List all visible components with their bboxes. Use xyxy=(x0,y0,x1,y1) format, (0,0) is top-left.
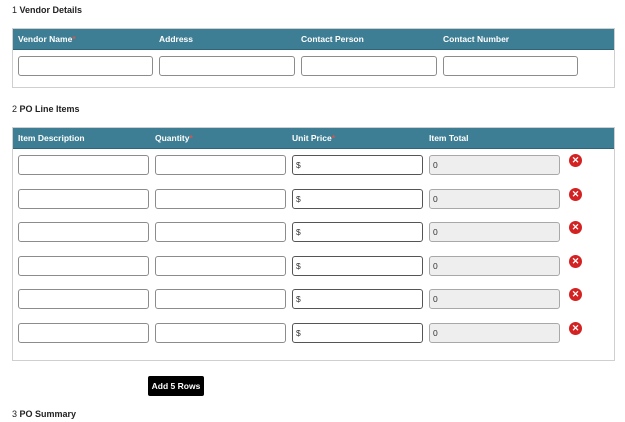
contact-person-input[interactable] xyxy=(301,56,437,76)
column-header-vendor-name: Vendor Name* xyxy=(18,34,76,44)
close-circle-icon[interactable]: ✕ xyxy=(569,154,582,167)
item-description-input[interactable] xyxy=(18,255,149,276)
section-number: 3 xyxy=(12,409,18,419)
line-items-panel: Item Description Quantity* Unit Price* I… xyxy=(12,127,615,361)
unit-price-input[interactable] xyxy=(292,155,423,175)
item-total-field[interactable] xyxy=(429,255,560,276)
vendor-details-panel: Vendor Name* Address Contact Person Cont… xyxy=(12,28,615,88)
close-circle-icon[interactable]: ✕ xyxy=(569,288,582,302)
required-marker: * xyxy=(72,34,76,44)
quantity-input[interactable] xyxy=(155,255,286,276)
item-description-input[interactable] xyxy=(18,188,149,209)
unit-price-input[interactable] xyxy=(292,323,423,343)
column-header-unit-price: Unit Price* xyxy=(292,133,335,143)
quantity-input[interactable] xyxy=(155,323,286,343)
required-marker: * xyxy=(189,133,193,143)
section-number: 1 xyxy=(12,5,18,15)
line-items-table-header: Item Description Quantity* Unit Price* I… xyxy=(13,128,614,149)
section-label: PO Summary xyxy=(19,409,77,419)
section-title-summary: 3 PO Summary xyxy=(12,409,76,419)
section-number: 2 xyxy=(12,104,18,114)
vendor-table-header: Vendor Name* Address Contact Person Cont… xyxy=(13,29,614,50)
item-description-input[interactable] xyxy=(18,289,149,310)
item-description-input[interactable] xyxy=(18,155,149,175)
item-total-field[interactable] xyxy=(429,289,560,310)
item-total-field[interactable] xyxy=(429,222,560,243)
unit-price-input[interactable] xyxy=(292,289,423,310)
close-circle-icon[interactable]: ✕ xyxy=(569,221,582,235)
close-circle-icon[interactable]: ✕ xyxy=(569,187,582,201)
item-description-input[interactable] xyxy=(18,323,149,343)
item-description-input[interactable] xyxy=(18,222,149,243)
column-header-item-description: Item Description xyxy=(18,133,85,143)
vendor-name-input[interactable] xyxy=(18,56,153,76)
unit-price-input[interactable] xyxy=(292,255,423,276)
section-title-vendor: 1 Vendor Details xyxy=(12,5,82,15)
unit-price-input[interactable] xyxy=(292,188,423,209)
column-header-contact-person: Contact Person xyxy=(301,34,364,44)
column-header-contact-number: Contact Number xyxy=(443,34,510,44)
quantity-input[interactable] xyxy=(155,188,286,209)
column-header-address: Address xyxy=(159,34,194,44)
add-5-rows-button[interactable]: Add 5 Rows xyxy=(148,376,204,396)
quantity-input[interactable] xyxy=(155,155,286,175)
section-title-line-items: 2 PO Line Items xyxy=(12,104,80,114)
column-header-quantity: Quantity* xyxy=(155,133,193,143)
column-header-item-total: Item Total xyxy=(429,133,469,143)
section-label: PO Line Items xyxy=(19,104,80,114)
contact-number-input[interactable] xyxy=(443,56,578,76)
item-total-field[interactable] xyxy=(429,155,560,175)
close-circle-icon[interactable]: ✕ xyxy=(569,322,582,335)
item-total-field[interactable] xyxy=(429,188,560,209)
item-total-field[interactable] xyxy=(429,323,560,343)
quantity-input[interactable] xyxy=(155,289,286,310)
required-marker: * xyxy=(331,133,335,143)
unit-price-input[interactable] xyxy=(292,222,423,243)
address-input[interactable] xyxy=(159,56,295,76)
quantity-input[interactable] xyxy=(155,222,286,243)
section-label: Vendor Details xyxy=(19,5,83,15)
close-circle-icon[interactable]: ✕ xyxy=(569,254,582,268)
